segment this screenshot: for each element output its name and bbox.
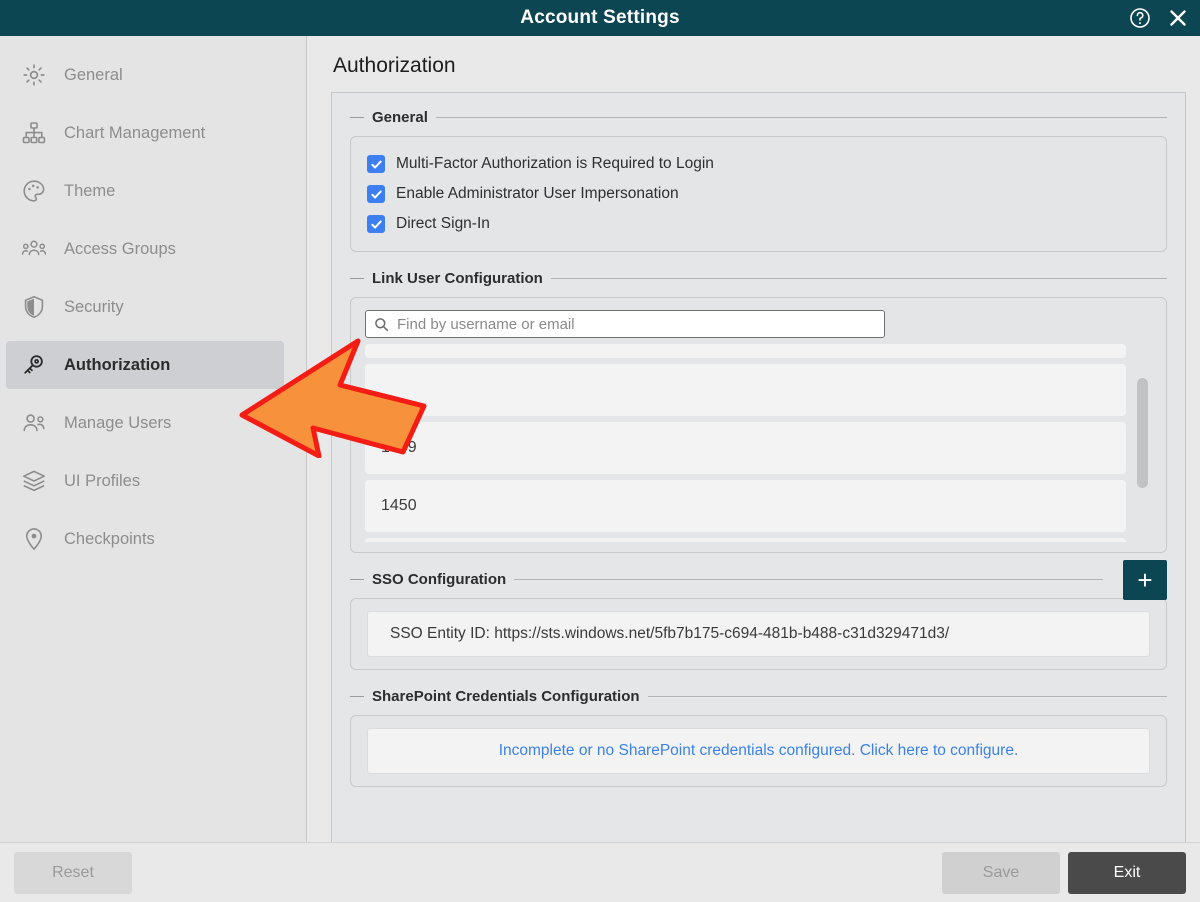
help-circle-icon[interactable] [1128, 6, 1152, 30]
sharepoint-box: Incomplete or no SharePoint credentials … [350, 715, 1167, 787]
checkbox-label: Multi-Factor Authorization is Required t… [396, 155, 714, 172]
search-input[interactable] [397, 315, 876, 333]
sso-entity-id-value: SSO Entity ID: https://sts.windows.net/5… [367, 611, 1150, 657]
group-header-general: General [350, 109, 1167, 126]
sso-box: SSO Entity ID: https://sts.windows.net/5… [350, 598, 1167, 670]
sidebar-item-label: UI Profiles [64, 471, 141, 490]
group-title: SharePoint Credentials Configuration [372, 688, 640, 705]
group-header-sso: SSO Configuration + [350, 559, 1167, 600]
configure-sharepoint-link[interactable]: Incomplete or no SharePoint credentials … [367, 728, 1150, 774]
save-button[interactable]: Save [942, 851, 1060, 894]
sidebar-item-label: Authorization [64, 355, 171, 374]
collapse-dash-icon[interactable] [350, 278, 364, 279]
sidebar-item-access-groups[interactable]: Access Groups [6, 225, 284, 273]
account-settings-window: Account Settings General Chart Managemen… [0, 0, 1200, 902]
divider [514, 579, 1103, 580]
user-list[interactable]: 1059 1450 [365, 344, 1152, 542]
user-search-field[interactable] [365, 310, 885, 338]
link-user-box: 1059 1450 [350, 297, 1167, 553]
content-area: Authorization General Multi-Factor Autho… [307, 36, 1200, 842]
window-body: General Chart Management Theme Access Gr… [0, 36, 1200, 842]
sidebar-item-ui-profiles[interactable]: UI Profiles [6, 457, 284, 505]
general-checkbox-box: Multi-Factor Authorization is Required t… [350, 136, 1167, 252]
checkbox-row-impersonation[interactable]: Enable Administrator User Impersonation [367, 179, 1150, 209]
collapse-dash-icon[interactable] [350, 579, 364, 580]
sidebar-item-authorization[interactable]: Authorization [6, 341, 284, 389]
checkbox-row-direct-signin[interactable]: Direct Sign-In [367, 209, 1150, 239]
shield-icon [20, 293, 48, 321]
checkbox-checked-icon[interactable] [367, 215, 385, 233]
window-title: Account Settings [520, 7, 680, 28]
page-title: Authorization [333, 54, 456, 77]
collapse-dash-icon[interactable] [350, 117, 364, 118]
group-title: General [372, 109, 428, 126]
title-bar: Account Settings [0, 0, 1200, 36]
sidebar-item-manage-users[interactable]: Manage Users [6, 399, 284, 447]
sidebar-item-label: Security [64, 297, 124, 316]
divider [435, 117, 1167, 118]
group-sharepoint-credentials: SharePoint Credentials Configuration Inc… [350, 688, 1167, 787]
org-chart-icon [20, 119, 48, 147]
close-icon[interactable] [1166, 6, 1190, 30]
checkbox-checked-icon[interactable] [367, 185, 385, 203]
divider [647, 696, 1167, 697]
checkbox-checked-icon[interactable] [367, 155, 385, 173]
sidebar-item-theme[interactable]: Theme [6, 167, 284, 215]
list-item[interactable] [365, 344, 1126, 358]
search-icon [374, 317, 389, 332]
group-title: Link User Configuration [372, 270, 543, 287]
footer-bar: Reset Save Exit [0, 842, 1200, 902]
layers-icon [20, 467, 48, 495]
list-item[interactable] [365, 364, 1126, 416]
map-pin-icon [20, 525, 48, 553]
group-header-link-user: Link User Configuration [350, 270, 1167, 287]
palette-icon [20, 177, 48, 205]
group-link-user-configuration: Link User Configuration Find by username… [350, 270, 1167, 553]
users-icon [20, 409, 48, 437]
group-header-sharepoint: SharePoint Credentials Configuration [350, 688, 1167, 705]
sidebar: General Chart Management Theme Access Gr… [0, 36, 307, 842]
list-item[interactable]: 1450 [365, 480, 1126, 532]
sidebar-item-label: General [64, 65, 123, 84]
user-group-icon [20, 235, 48, 263]
group-sso-configuration: SSO Configuration + SSO Entity ID: https… [350, 559, 1167, 670]
reset-button[interactable]: Reset [14, 851, 132, 894]
sidebar-item-label: Chart Management [64, 123, 206, 142]
divider [550, 278, 1167, 279]
settings-panel: General Multi-Factor Authorization is Re… [331, 92, 1186, 842]
checkbox-label: Enable Administrator User Impersonation [396, 185, 679, 202]
sidebar-item-general[interactable]: General [6, 51, 284, 99]
checkbox-label: Direct Sign-In [396, 215, 490, 232]
gear-icon [20, 61, 48, 89]
sidebar-item-security[interactable]: Security [6, 283, 284, 331]
sidebar-item-chart-management[interactable]: Chart Management [6, 109, 284, 157]
list-item[interactable] [365, 538, 1126, 542]
sidebar-item-label: Manage Users [64, 413, 172, 432]
list-scrollbar-thumb[interactable] [1137, 378, 1148, 488]
sidebar-item-label: Access Groups [64, 239, 176, 258]
title-bar-actions [1128, 0, 1190, 36]
checkbox-row-mfa[interactable]: Multi-Factor Authorization is Required t… [367, 149, 1150, 179]
list-item[interactable]: 1059 [365, 422, 1126, 474]
sidebar-item-checkpoints[interactable]: Checkpoints [6, 515, 284, 563]
sidebar-item-label: Checkpoints [64, 529, 155, 548]
collapse-dash-icon[interactable] [350, 696, 364, 697]
exit-button[interactable]: Exit [1068, 851, 1186, 894]
key-icon [20, 351, 48, 379]
group-title: SSO Configuration [372, 571, 507, 588]
add-sso-button[interactable]: + [1123, 559, 1167, 600]
sidebar-item-label: Theme [64, 181, 116, 200]
group-general: General Multi-Factor Authorization is Re… [350, 109, 1167, 252]
